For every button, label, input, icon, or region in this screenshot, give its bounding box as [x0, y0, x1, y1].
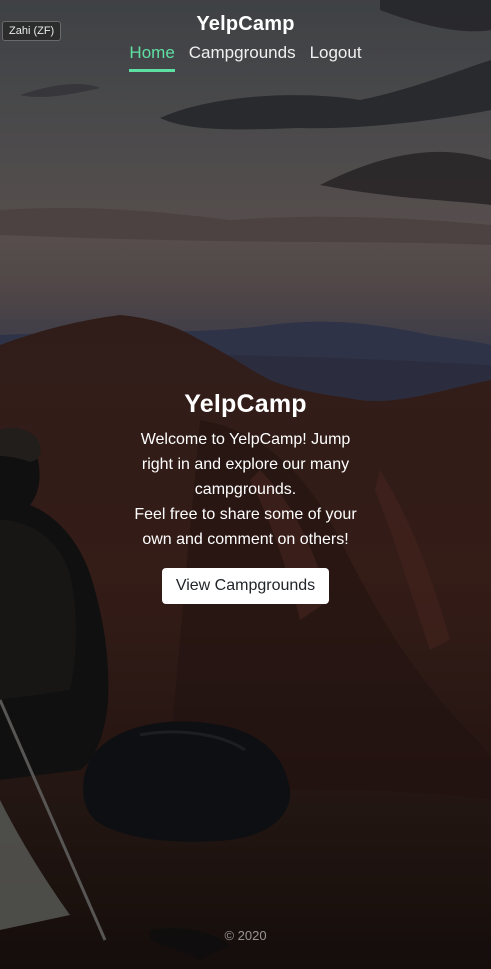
- nav-logout[interactable]: Logout: [310, 42, 362, 72]
- hero-title: YelpCamp: [184, 390, 307, 418]
- brand-logo[interactable]: YelpCamp: [0, 13, 491, 36]
- hero-welcome-text: Welcome to YelpCamp! Jump right in and e…: [140, 431, 351, 498]
- main-nav: Home Campgrounds Logout: [0, 42, 491, 72]
- landing-page: Zahi (ZF) YelpCamp Home Campgrounds Logo…: [0, 0, 491, 969]
- footer-copyright: © 2020: [224, 928, 267, 943]
- hero-share-text: Feel free to share some of your own and …: [134, 506, 357, 548]
- hero-section: YelpCamp Welcome to YelpCamp! Jump right…: [0, 390, 491, 604]
- view-campgrounds-button[interactable]: View Campgrounds: [161, 568, 330, 604]
- nav-campgrounds[interactable]: Campgrounds: [189, 42, 296, 72]
- nav-home[interactable]: Home: [129, 42, 175, 72]
